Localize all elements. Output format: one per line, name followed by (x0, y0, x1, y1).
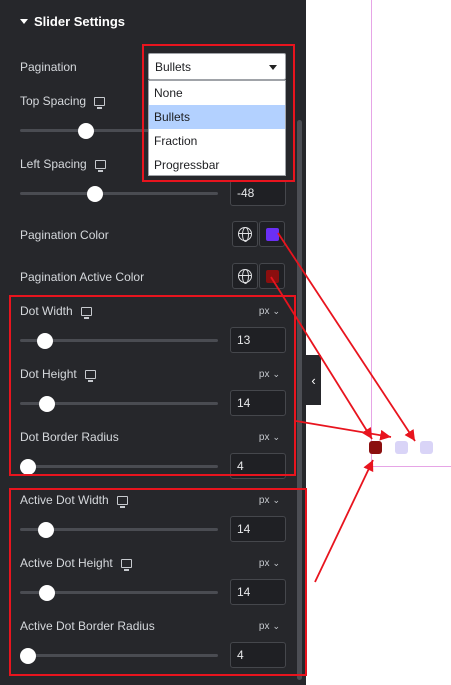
dot-border-radius-label: Dot Border Radius (20, 430, 119, 444)
slider-settings-panel: Slider Settings Pagination Bullets Top S… (0, 0, 306, 685)
top-spacing-label-text: Top Spacing (20, 94, 87, 108)
dot-height-input[interactable]: 14 (230, 390, 286, 416)
dot-border-radius-input[interactable]: 4 (230, 453, 286, 479)
pagination-active-color-picker[interactable] (259, 263, 285, 289)
left-spacing-label-text: Left Spacing (20, 157, 87, 171)
pagination-dot[interactable] (395, 441, 408, 454)
pagination-dropdown-menu: None Bullets Fraction Progressbar (148, 80, 286, 176)
section-header[interactable]: Slider Settings (20, 12, 125, 30)
active-dot-width-input[interactable]: 14 (230, 516, 286, 542)
dot-height-label-text: Dot Height (20, 367, 77, 381)
preview-frame (371, 0, 451, 467)
unit-label: px (258, 369, 270, 380)
pagination-label: Pagination (20, 60, 77, 74)
unit-label: px (258, 306, 270, 317)
dot-height-slider-handle[interactable] (39, 395, 55, 412)
global-color-button[interactable] (232, 263, 258, 289)
chevron-down-icon: ⌄ (272, 369, 280, 379)
dot-height-unit-select[interactable]: px ⌄ (259, 369, 280, 380)
pagination-selected-value: Bullets (155, 60, 192, 74)
dropdown-option-progressbar[interactable]: Progressbar (149, 153, 285, 177)
dot-width-label: Dot Width (20, 304, 92, 319)
chevron-down-icon: ⌄ (272, 558, 280, 568)
unit-label: px (258, 558, 270, 569)
dropdown-option-bullets[interactable]: Bullets (149, 105, 285, 129)
monitor-icon[interactable] (94, 96, 106, 109)
active-dot-width-slider-handle[interactable] (38, 521, 54, 538)
monitor-icon[interactable] (84, 369, 96, 382)
active-dot-border-radius-slider-handle[interactable] (20, 647, 36, 664)
active-dot-border-radius-label-text: Active Dot Border Radius (20, 619, 155, 633)
monitor-icon[interactable] (120, 558, 132, 571)
dot-border-radius-unit-select[interactable]: px ⌄ (259, 432, 280, 443)
monitor-icon[interactable] (116, 495, 128, 508)
left-spacing-input[interactable]: -48 (230, 180, 286, 206)
left-spacing-track[interactable] (20, 192, 218, 195)
pagination-dot[interactable] (420, 441, 433, 454)
color-swatch (265, 227, 279, 241)
monitor-icon[interactable] (94, 159, 106, 172)
section-title: Slider Settings (34, 13, 126, 29)
chevron-down-icon: ⌄ (272, 495, 280, 505)
color-swatch (265, 269, 279, 283)
pagination-color-picker[interactable] (259, 221, 285, 247)
pagination-color-label: Pagination Color (20, 228, 109, 242)
globe-icon (238, 227, 252, 242)
dropdown-option-none[interactable]: None (149, 81, 285, 105)
chevron-down-icon (269, 65, 277, 70)
active-dot-height-label-text: Active Dot Height (20, 556, 113, 570)
top-spacing-slider-handle[interactable] (78, 122, 94, 139)
pagination-select[interactable]: Bullets (148, 53, 286, 80)
pagination-label-text: Pagination (20, 60, 77, 74)
caret-down-icon (20, 18, 28, 24)
pagination-active-color-label-text: Pagination Active Color (20, 270, 145, 284)
unit-label: px (258, 621, 270, 632)
unit-label: px (258, 495, 270, 506)
dot-border-radius-slider-handle[interactable] (20, 458, 36, 475)
dot-width-input[interactable]: 13 (230, 327, 286, 353)
panel-scrollbar[interactable] (297, 120, 302, 680)
left-spacing-label: Left Spacing (20, 157, 106, 172)
active-dot-height-label: Active Dot Height (20, 556, 132, 571)
left-spacing-slider-handle[interactable] (87, 185, 103, 202)
chevron-left-icon: ‹ (311, 372, 316, 388)
monitor-icon[interactable] (80, 306, 92, 319)
chevron-down-icon: ⌄ (272, 432, 280, 442)
pagination-active-color-label: Pagination Active Color (20, 270, 144, 284)
dot-height-label: Dot Height (20, 367, 96, 382)
dot-border-radius-label-text: Dot Border Radius (20, 430, 119, 444)
pagination-dot-active[interactable] (369, 441, 382, 454)
active-dot-height-input[interactable]: 14 (230, 579, 286, 605)
active-dot-width-label: Active Dot Width (20, 493, 128, 508)
active-dot-border-radius-label: Active Dot Border Radius (20, 619, 155, 633)
active-dot-border-radius-track[interactable] (20, 654, 218, 657)
dot-width-slider-handle[interactable] (37, 332, 53, 349)
annotation-arrow (314, 459, 374, 583)
active-dot-border-radius-unit-select[interactable]: px ⌄ (259, 621, 280, 632)
global-color-button[interactable] (232, 221, 258, 247)
active-dot-height-slider-handle[interactable] (39, 584, 55, 601)
pagination-color-label-text: Pagination Color (20, 228, 109, 242)
dot-width-label-text: Dot Width (20, 304, 73, 318)
dot-width-unit-select[interactable]: px ⌄ (259, 306, 280, 317)
chevron-down-icon: ⌄ (272, 621, 280, 631)
active-dot-height-unit-select[interactable]: px ⌄ (259, 558, 280, 569)
unit-label: px (258, 432, 270, 443)
chevron-down-icon: ⌄ (272, 306, 280, 316)
dropdown-option-fraction[interactable]: Fraction (149, 129, 285, 153)
top-spacing-label: Top Spacing (20, 94, 106, 109)
active-dot-width-unit-select[interactable]: px ⌄ (259, 495, 280, 506)
active-dot-width-label-text: Active Dot Width (20, 493, 109, 507)
globe-icon (238, 269, 252, 284)
collapse-panel-button[interactable]: ‹ (306, 355, 321, 405)
dot-border-radius-track[interactable] (20, 465, 218, 468)
active-dot-border-radius-input[interactable]: 4 (230, 642, 286, 668)
